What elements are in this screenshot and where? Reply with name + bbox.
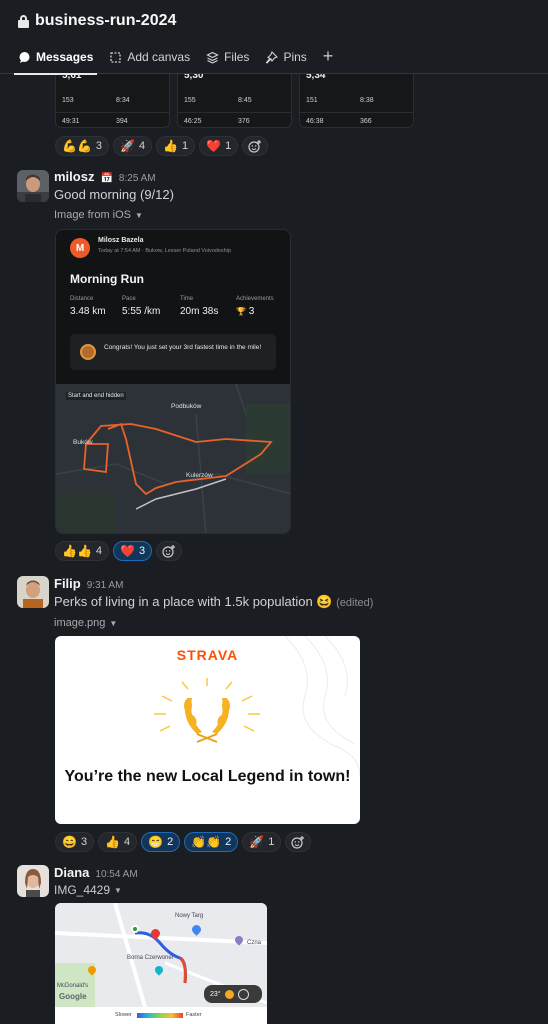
lock-icon xyxy=(18,14,29,28)
map-place-label: Nowy Targ xyxy=(175,913,204,919)
stat-distance: Distance 3.48 km xyxy=(70,296,106,317)
map-note: Start and end hidden xyxy=(66,392,126,400)
add-tab-button[interactable]: + xyxy=(323,46,334,74)
local-legend-image[interactable]: STRAVA You’re the new Local Legend in to… xyxy=(55,636,360,824)
chevron-down-icon: ▼ xyxy=(109,618,118,628)
status-emoji: 📅 xyxy=(100,173,113,184)
channel-tabs: Messages Add canvas Files Pins + xyxy=(13,46,333,75)
reaction-pill[interactable]: 👍👍 4 xyxy=(55,541,110,561)
map-place-label: McDonald's xyxy=(57,983,89,989)
username[interactable]: Filip xyxy=(54,576,81,591)
channel-header: business-run-2024 Messages Add canvas Fi… xyxy=(0,0,548,75)
map-image[interactable]: Nowy Targ Borna Czerwonel McDonald's Czn… xyxy=(55,903,267,1024)
strava-logo: STRAVA xyxy=(176,647,239,663)
tab-messages[interactable]: Messages xyxy=(13,50,98,75)
reaction-pill[interactable]: 👍 1 xyxy=(156,136,196,156)
reaction-bar: 💪💪 3 🚀 4 👍 1 ❤️ 1 xyxy=(55,136,269,156)
tab-files[interactable]: Files xyxy=(206,50,249,74)
strava-activity-image[interactable]: M Milosz Bazela Today at 7:54 AM · Bukow… xyxy=(55,229,291,534)
message-header: Filip 9:31 AM xyxy=(54,576,123,591)
message-text: Good morning (9/12) xyxy=(54,187,174,202)
speed-gradient xyxy=(137,1013,183,1018)
edited-label: (edited) xyxy=(336,597,374,609)
user-photo-icon xyxy=(17,576,49,608)
laurel-icon xyxy=(154,678,260,743)
reaction-pill-selected[interactable]: 👏👏 2 xyxy=(184,832,239,852)
trophy-icon: 🏆 xyxy=(236,307,246,316)
message-text: Perks of living in a place with 1.5k pop… xyxy=(54,594,374,609)
reaction-pill[interactable]: ❤️ 1 xyxy=(199,136,239,156)
timestamp[interactable]: 10:54 AM xyxy=(95,869,137,880)
medal-icon xyxy=(80,344,96,360)
google-logo: Google xyxy=(59,992,87,1001)
sun-icon xyxy=(224,989,234,999)
map-place-label: Buków xyxy=(73,439,93,446)
reaction-bar: 👍👍 4 ❤️ 3 xyxy=(55,541,183,561)
file-label[interactable]: IMG_4429 ▼ xyxy=(54,883,122,897)
activity-screenshot[interactable]: 5,61 153 8:34 49:31 394 xyxy=(55,70,170,128)
add-reaction-button[interactable] xyxy=(156,541,183,561)
athlete-name: Milosz Bazela xyxy=(98,237,144,244)
chevron-down-icon: ▼ xyxy=(114,885,122,895)
channel-name: business-run-2024 xyxy=(35,12,177,29)
channel-title[interactable]: business-run-2024 xyxy=(18,12,176,30)
message-header: milosz 📅 8:25 AM xyxy=(54,169,156,184)
user-photo-icon xyxy=(17,170,49,202)
canvas-icon xyxy=(110,51,122,63)
reaction-pill-selected[interactable]: 😁 2 xyxy=(141,832,181,852)
timestamp[interactable]: 9:31 AM xyxy=(87,580,124,591)
map-place-label: Czna xyxy=(247,940,262,946)
timestamp[interactable]: 8:25 AM xyxy=(119,173,156,184)
reaction-pill[interactable]: 💪💪 3 xyxy=(55,136,110,156)
avatar[interactable] xyxy=(17,865,49,897)
athlete-avatar: M xyxy=(70,238,90,258)
chevron-down-icon: ▼ xyxy=(135,210,143,220)
stat-achievements: Achievements 🏆 3 xyxy=(236,296,274,317)
reaction-bar: 😄 3 👍 4 😁 2 👏👏 2 🚀 1 xyxy=(55,832,312,852)
weather-badge: 23° xyxy=(204,985,262,1003)
map-place-label: Borna Czerwonel xyxy=(127,955,174,961)
reaction-pill[interactable]: 👍 4 xyxy=(98,832,138,852)
activity-title: Morning Run xyxy=(70,272,144,286)
route-map: Start and end hidden Podbuków Buków Kule… xyxy=(56,383,290,533)
activity-screenshot[interactable]: 5,30 155 8:45 46:25 376 xyxy=(177,70,292,128)
message-header: Diana 10:54 AM xyxy=(54,865,138,880)
user-photo-icon xyxy=(17,865,49,897)
tab-pins[interactable]: Pins xyxy=(265,50,307,74)
file-label[interactable]: Image from iOS ▼ xyxy=(54,209,143,221)
reaction-pill-selected[interactable]: ❤️ 3 xyxy=(113,541,153,561)
stat-time: Time 20m 38s xyxy=(180,296,219,317)
add-reaction-button[interactable] xyxy=(285,832,312,852)
add-emoji-icon xyxy=(162,545,176,558)
username[interactable]: Diana xyxy=(54,865,89,880)
files-icon xyxy=(206,51,219,64)
pin-icon xyxy=(266,50,279,64)
map-place-label: Kulerzów xyxy=(186,472,213,479)
reaction-pill[interactable]: 😄 3 xyxy=(55,832,95,852)
add-emoji-icon xyxy=(291,836,305,849)
reaction-pill[interactable]: 🚀 4 xyxy=(113,136,153,156)
stat-pace: Pace 5:55 /km xyxy=(122,296,161,317)
speed-scale: Slower Faster xyxy=(55,1007,267,1024)
map-place-label: Podbuków xyxy=(171,403,202,410)
avatar[interactable] xyxy=(17,170,49,202)
avatar[interactable] xyxy=(17,576,49,608)
file-label[interactable]: image.png ▼ xyxy=(54,617,117,629)
previous-images: 5,61 153 8:34 49:31 394 5,30 155 8:45 46… xyxy=(55,70,415,128)
add-reaction-button[interactable] xyxy=(242,136,269,156)
activity-screenshot[interactable]: 5,34 151 8:38 46:38 366 xyxy=(299,70,414,128)
add-emoji-icon xyxy=(248,140,262,153)
tab-add-canvas[interactable]: Add canvas xyxy=(109,50,190,74)
message-bubble-icon xyxy=(19,51,30,63)
activity-subtitle: Today at 7:54 AM · Bukow, Lesser Poland … xyxy=(98,248,231,254)
achievement-banner: Congrats! You just set your 3rd fastest … xyxy=(70,334,276,370)
username[interactable]: milosz xyxy=(54,169,94,184)
legend-headline: You’re the new Local Legend in town! xyxy=(64,768,351,785)
start-marker-icon xyxy=(131,925,139,933)
compass-icon xyxy=(237,988,249,1000)
reaction-pill[interactable]: 🚀 1 xyxy=(242,832,282,852)
